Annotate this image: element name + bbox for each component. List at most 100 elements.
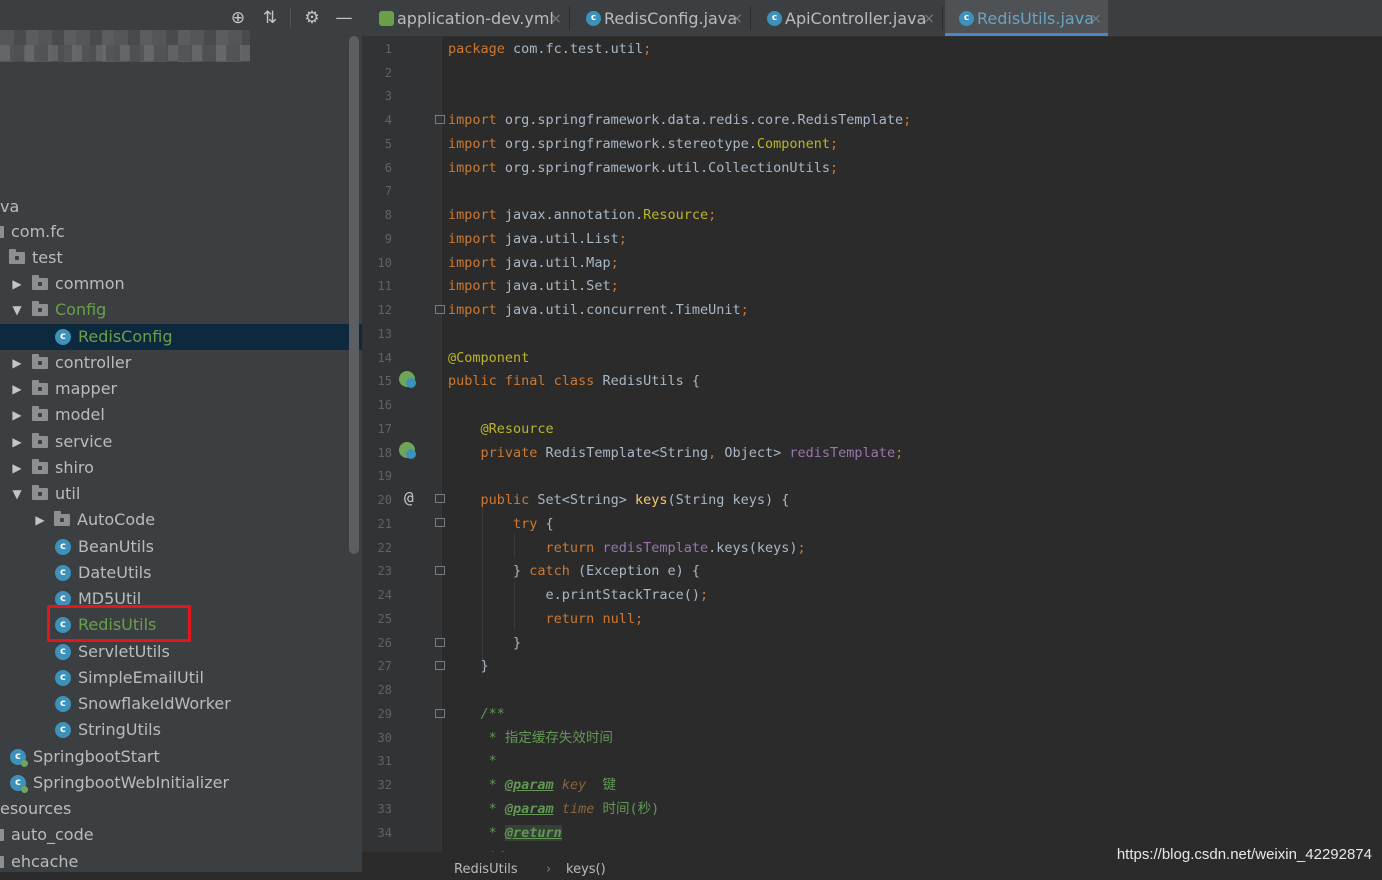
tree-item-beanutils[interactable]: c BeanUtils — [0, 534, 362, 560]
line-number: 25 — [377, 612, 392, 626]
tree-item-label: StringUtils — [78, 720, 161, 739]
tab-application-dev-yml[interactable]: application-dev.yml × — [365, 0, 568, 36]
tree-item-stringutils[interactable]: c StringUtils — [0, 717, 362, 743]
tree-item-label: ServletUtils — [78, 642, 170, 661]
request-mapping-gutter-icon[interactable]: @ — [404, 488, 414, 507]
tree-item-va[interactable]: va — [0, 194, 362, 220]
chevron-right-icon[interactable]: ▶ — [33, 507, 47, 533]
chevron-right-icon[interactable]: ▶ — [10, 376, 24, 402]
tree-item-ehcache[interactable]: ehcache — [0, 849, 362, 872]
tree-item-controller[interactable]: ▶ controller — [0, 350, 362, 376]
line-number: 20 — [377, 493, 392, 507]
tree-item-com.fc[interactable]: com.fc — [0, 219, 362, 245]
tree-item-label: va — [0, 197, 20, 216]
fold-marker-icon[interactable] — [435, 709, 445, 718]
chevron-right-icon[interactable]: ▶ — [10, 350, 24, 376]
fold-marker-icon[interactable] — [435, 115, 445, 124]
close-icon[interactable]: × — [731, 0, 743, 38]
close-icon[interactable]: × — [923, 0, 935, 38]
code-line: @Resource — [480, 421, 554, 437]
package-folder-icon — [9, 249, 25, 264]
chevron-down-icon[interactable]: ▼ — [10, 297, 24, 323]
code-line: * @return — [488, 825, 562, 841]
tree-item-test[interactable]: test — [0, 245, 362, 271]
tree-item-label: model — [55, 405, 105, 424]
chevron-right-icon[interactable]: ▶ — [10, 402, 24, 428]
breadcrumb-item[interactable]: keys() — [566, 860, 606, 880]
tree-item-label: common — [55, 274, 125, 293]
code-line: * @param key 键 — [488, 777, 616, 793]
tree-item-simpleemailutil[interactable]: c SimpleEmailUtil — [0, 665, 362, 691]
locate-icon[interactable]: ⊕ — [228, 8, 248, 28]
tab-divider — [569, 6, 570, 30]
line-number: 17 — [377, 422, 392, 436]
tree-item-config[interactable]: ▼ Config — [0, 297, 362, 323]
line-number: 13 — [377, 327, 392, 341]
tree-item-autocode[interactable]: ▶ AutoCode — [0, 507, 362, 533]
tab-label: ApiController.java — [785, 9, 927, 28]
code-line: private RedisTemplate<String, Object> re… — [480, 445, 904, 461]
tree-item-label: auto_code — [11, 825, 94, 844]
chevron-right-icon[interactable]: ▶ — [10, 271, 24, 297]
class-icon: c — [767, 11, 782, 26]
code-line: try { — [513, 516, 554, 532]
package-folder-icon — [32, 433, 48, 448]
tree-item-label: esources — [0, 799, 72, 818]
fold-marker-icon[interactable] — [435, 494, 445, 503]
code-line: import java.util.concurrent.TimeUnit; — [448, 302, 749, 318]
project-scrollbar[interactable] — [349, 36, 359, 554]
tree-item-model[interactable]: ▶ model — [0, 402, 362, 428]
line-number: 34 — [377, 826, 392, 840]
yml-icon — [379, 11, 394, 26]
minimize-icon[interactable]: — — [334, 8, 354, 28]
close-icon[interactable]: × — [1090, 0, 1102, 38]
chevron-right-icon[interactable]: ▶ — [10, 429, 24, 455]
fold-marker-icon[interactable] — [435, 518, 445, 527]
tree-item-common[interactable]: ▶ common — [0, 271, 362, 297]
tab-label: RedisUtils.java — [977, 9, 1094, 28]
code-line: import java.util.List; — [448, 231, 627, 247]
tree-item-auto_code[interactable]: auto_code — [0, 822, 362, 848]
line-number: 27 — [377, 659, 392, 673]
tree-item-label: com.fc — [11, 222, 65, 241]
tree-item-esources[interactable]: esources — [0, 796, 362, 822]
package-folder-icon — [54, 511, 70, 526]
bean-class-gutter-icon[interactable] — [399, 371, 416, 388]
tree-item-redisconfig[interactable]: c RedisConfig — [0, 324, 362, 350]
tree-item-shiro[interactable]: ▶ shiro — [0, 455, 362, 481]
collapse-icon[interactable]: ⇅ — [260, 8, 280, 28]
gear-icon[interactable]: ⚙ — [302, 8, 322, 28]
code-line: @Component — [448, 350, 530, 366]
package-folder-icon — [0, 829, 4, 841]
fold-marker-icon[interactable] — [435, 566, 445, 575]
chevron-down-icon[interactable]: ▼ — [10, 481, 24, 507]
autowired-gutter-icon[interactable] — [399, 442, 416, 459]
line-number: 6 — [384, 161, 392, 175]
line-number: 26 — [377, 636, 392, 650]
tab-redisutils-java[interactable]: c RedisUtils.java × — [945, 0, 1108, 36]
tree-item-dateutils[interactable]: c DateUtils — [0, 560, 362, 586]
fold-marker-icon[interactable] — [435, 661, 445, 670]
chevron-right-icon[interactable]: ▶ — [10, 455, 24, 481]
tree-item-servletutils[interactable]: c ServletUtils — [0, 639, 362, 665]
line-number: 24 — [377, 588, 392, 602]
tree-item-springbootstart[interactable]: c SpringbootStart — [0, 744, 362, 770]
tree-item-snowflakeidworker[interactable]: c SnowflakeIdWorker — [0, 691, 362, 717]
package-folder-icon — [32, 380, 48, 395]
tab-redisconfig-java[interactable]: c RedisConfig.java × — [572, 0, 749, 36]
breadcrumb-item[interactable]: RedisUtils — [454, 860, 518, 880]
java-class-icon: c — [55, 696, 71, 712]
close-icon[interactable]: × — [550, 0, 562, 38]
tree-item-service[interactable]: ▶ service — [0, 429, 362, 455]
fold-marker-icon[interactable] — [435, 305, 445, 314]
tree-item-label: controller — [55, 353, 132, 372]
tree-item-springbootwebinitializer[interactable]: c SpringbootWebInitializer — [0, 770, 362, 796]
class-badge-icon — [406, 378, 416, 388]
tree-item-util[interactable]: ▼ util — [0, 481, 362, 507]
tree-item-mapper[interactable]: ▶ mapper — [0, 376, 362, 402]
line-number: 33 — [377, 802, 392, 816]
tab-apicontroller-java[interactable]: c ApiController.java × — [753, 0, 941, 36]
fold-marker-icon[interactable] — [435, 638, 445, 647]
code-line: return null; — [545, 611, 644, 627]
tree-item-label: BeanUtils — [78, 537, 154, 556]
